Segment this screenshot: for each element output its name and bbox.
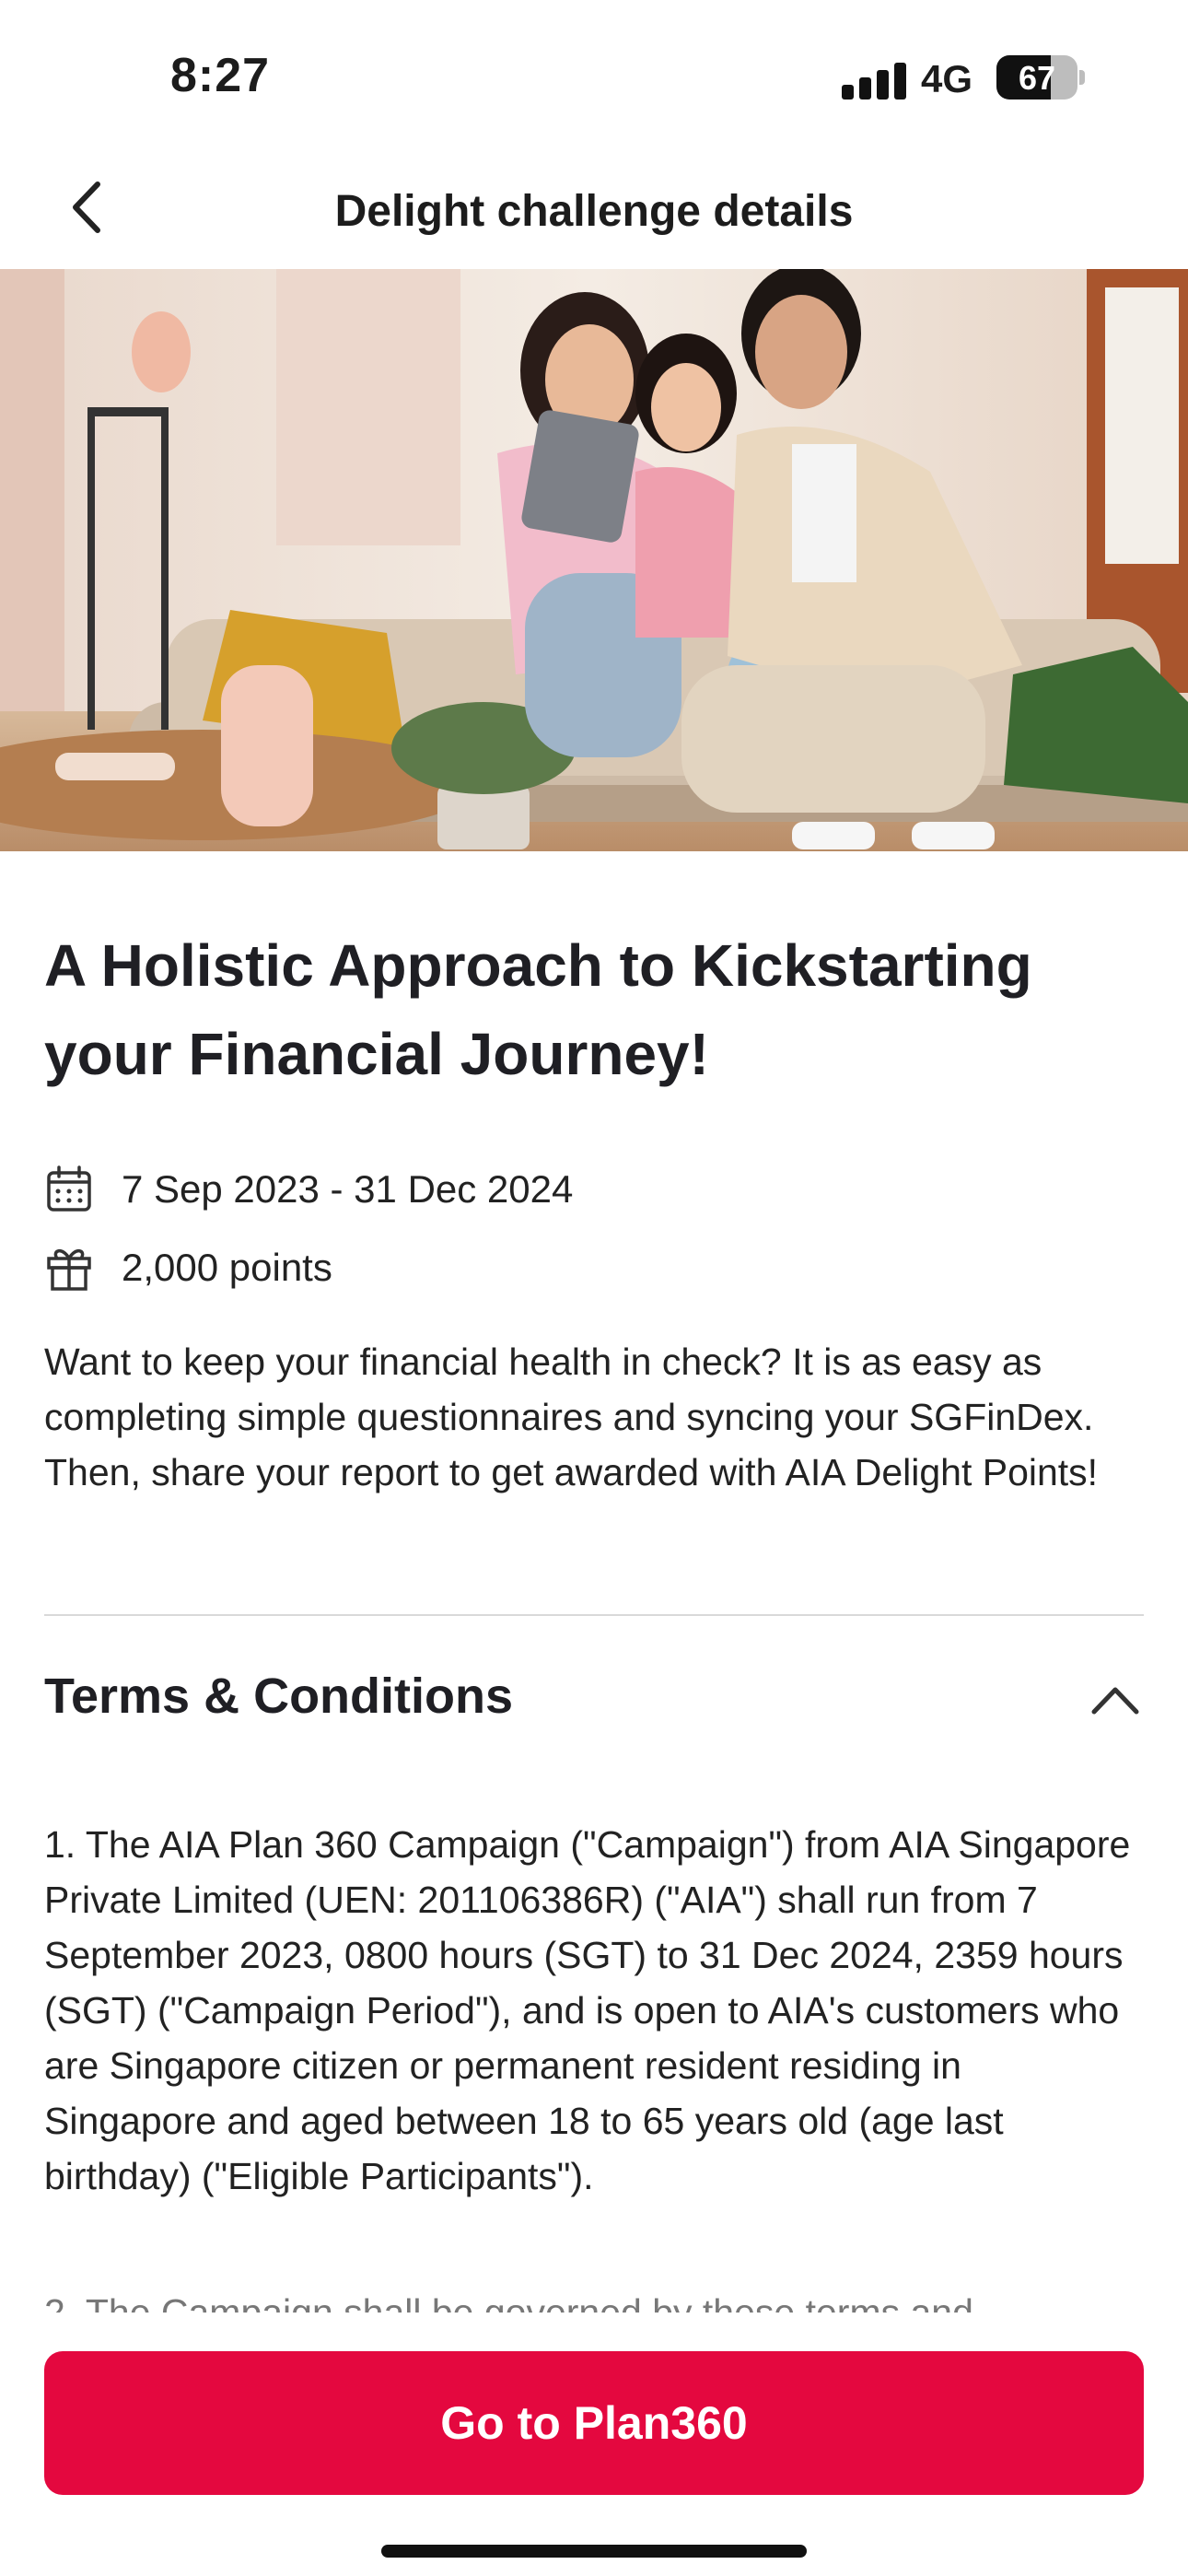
go-to-plan360-button[interactable]: Go to Plan360 — [44, 2351, 1144, 2495]
nav-header: Delight challenge details — [0, 147, 1188, 272]
date-range: 7 Sep 2023 - 31 Dec 2024 — [122, 1167, 574, 1211]
home-indicator — [381, 2545, 807, 2558]
status-time: 8:27 — [170, 49, 271, 102]
terms-title: Terms & Conditions — [44, 1669, 514, 1724]
points-value: 2,000 points — [122, 1246, 332, 1289]
chevron-up-icon — [1091, 1687, 1139, 1715]
family-photo — [0, 269, 1188, 851]
battery-icon: 67 — [996, 55, 1077, 100]
battery-tip — [1079, 70, 1085, 85]
calendar-icon — [47, 1165, 91, 1212]
status-bar: 8:27 4G 67 — [0, 0, 1188, 138]
terms-toggle-button[interactable] — [1087, 1677, 1144, 1723]
terms-item-2-partial: 2. The Campaign shall be governed by the… — [44, 2291, 973, 2313]
gift-icon — [47, 1249, 91, 1291]
section-divider — [44, 1614, 1144, 1616]
points-row: 2,000 points — [44, 1235, 332, 1300]
cellular-signal-icon — [842, 63, 906, 100]
hero-image — [0, 269, 1188, 851]
bottom-action-bar: Go to Plan360 — [0, 2322, 1188, 2576]
date-range-row: 7 Sep 2023 - 31 Dec 2024 — [44, 1157, 573, 1222]
network-type: 4G — [921, 57, 973, 100]
challenge-title: A Holistic Approach to Kickstarting your… — [44, 932, 1032, 1087]
battery-level: 67 — [1018, 59, 1056, 97]
challenge-description: Want to keep your financial health in ch… — [44, 1341, 1099, 1493]
terms-item-1: 1. The AIA Plan 360 Campaign ("Campaign"… — [44, 1823, 1131, 2197]
page-header-title: Delight challenge details — [334, 187, 854, 236]
